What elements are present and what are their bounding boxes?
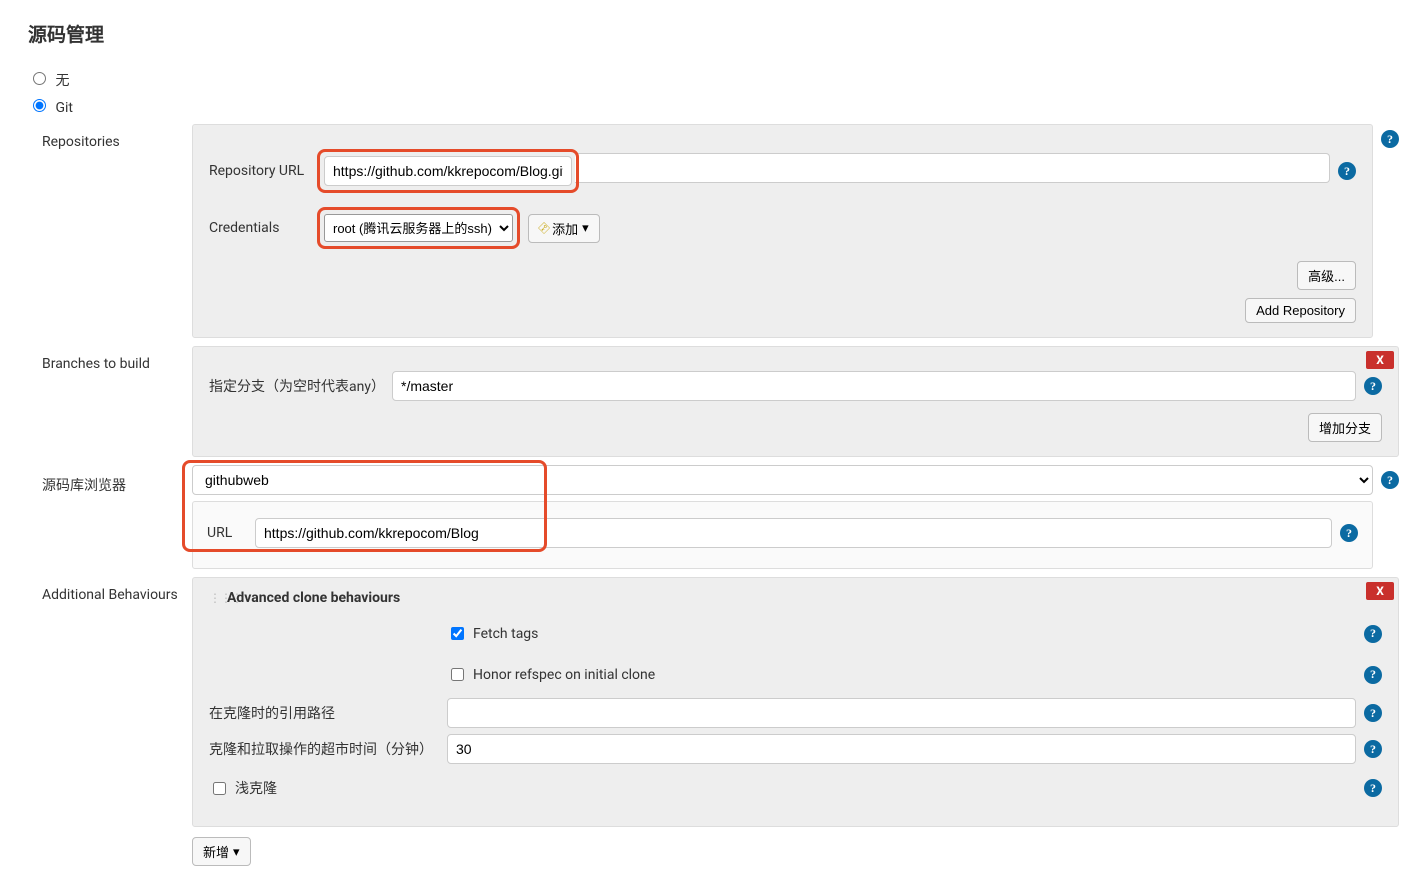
help-icon[interactable]: ? [1338, 162, 1356, 180]
caret-down-icon: ▾ [582, 220, 589, 236]
drag-handle-icon[interactable]: ⋮⋮⋮ [209, 591, 221, 605]
source-browser-label: 源码库浏览器 [42, 465, 192, 495]
shallow-clone-checkbox[interactable] [213, 782, 226, 795]
branches-panel: X 指定分支（为空时代表any） ? 增加分支 [192, 346, 1399, 457]
repositories-label: Repositories [42, 124, 192, 150]
help-icon[interactable]: ? [1364, 740, 1382, 758]
help-icon[interactable]: ? [1364, 666, 1382, 684]
credentials-label: Credentials [209, 220, 309, 236]
help-icon[interactable]: ? [1364, 779, 1382, 797]
scm-option-none[interactable]: 无 [28, 73, 69, 89]
advanced-button[interactable]: 高级... [1297, 261, 1356, 290]
branches-label: Branches to build [42, 346, 192, 372]
scm-option-git[interactable]: Git [28, 100, 73, 116]
add-credentials-label: 添加 [552, 219, 578, 238]
additional-behaviours-label: Additional Behaviours [42, 577, 192, 603]
help-icon[interactable]: ? [1364, 704, 1382, 722]
source-browser-select[interactable]: githubweb [192, 465, 1373, 495]
fetch-tags-checkbox[interactable] [451, 627, 464, 640]
help-icon[interactable]: ? [1340, 524, 1358, 542]
timeout-label: 克隆和拉取操作的超市时间（分钟） [209, 739, 439, 759]
repo-url-label: Repository URL [209, 163, 309, 179]
honor-refspec-checkbox[interactable] [451, 668, 464, 681]
branch-spec-label: 指定分支（为空时代表any） [209, 376, 384, 396]
key-icon: ⚿ [535, 219, 552, 236]
scm-git-radio[interactable] [33, 99, 46, 112]
add-credentials-button[interactable]: ⚿ 添加 ▾ [528, 214, 600, 243]
advanced-clone-title: Advanced clone behaviours [227, 590, 400, 606]
fetch-tags-label: Fetch tags [473, 626, 538, 642]
help-icon[interactable]: ? [1364, 377, 1382, 395]
section-title: 源码管理 [28, 20, 1399, 47]
browser-url-label: URL [207, 525, 247, 541]
add-behaviour-label: 新增 [203, 842, 229, 861]
help-icon[interactable]: ? [1364, 625, 1382, 643]
repository-panel: Repository URL ? Credentials root (腾讯云服务… [192, 124, 1373, 338]
add-behaviour-button[interactable]: 新增 ▾ [192, 837, 251, 866]
scm-option-git-row: Git [28, 96, 1399, 116]
ref-path-input[interactable] [447, 698, 1356, 728]
branch-spec-input[interactable] [392, 371, 1356, 401]
help-icon[interactable]: ? [1381, 471, 1399, 489]
add-repository-button[interactable]: Add Repository [1245, 298, 1356, 323]
shallow-clone-label: 浅克隆 [235, 778, 277, 798]
caret-down-icon: ▾ [233, 844, 240, 860]
delete-behaviour-button[interactable]: X [1366, 582, 1394, 600]
scm-option-none-row: 无 [28, 69, 1399, 90]
repo-url-input-ext[interactable] [575, 153, 1330, 183]
add-branch-button[interactable]: 增加分支 [1308, 413, 1382, 442]
ref-path-label: 在克隆时的引用路径 [209, 703, 439, 723]
scm-git-label: Git [55, 100, 73, 116]
repo-url-input[interactable] [324, 156, 572, 186]
honor-refspec-label: Honor refspec on initial clone [473, 667, 655, 683]
timeout-input[interactable] [447, 734, 1356, 764]
scm-none-label: 无 [55, 73, 69, 89]
scm-none-radio[interactable] [33, 72, 46, 85]
browser-url-input[interactable] [255, 518, 1332, 548]
delete-branch-button[interactable]: X [1366, 351, 1394, 369]
help-icon[interactable]: ? [1381, 130, 1399, 148]
additional-panel: X ⋮⋮⋮ Advanced clone behaviours Fetch ta… [192, 577, 1399, 827]
credentials-select[interactable]: root (腾讯云服务器上的ssh) [324, 214, 513, 242]
